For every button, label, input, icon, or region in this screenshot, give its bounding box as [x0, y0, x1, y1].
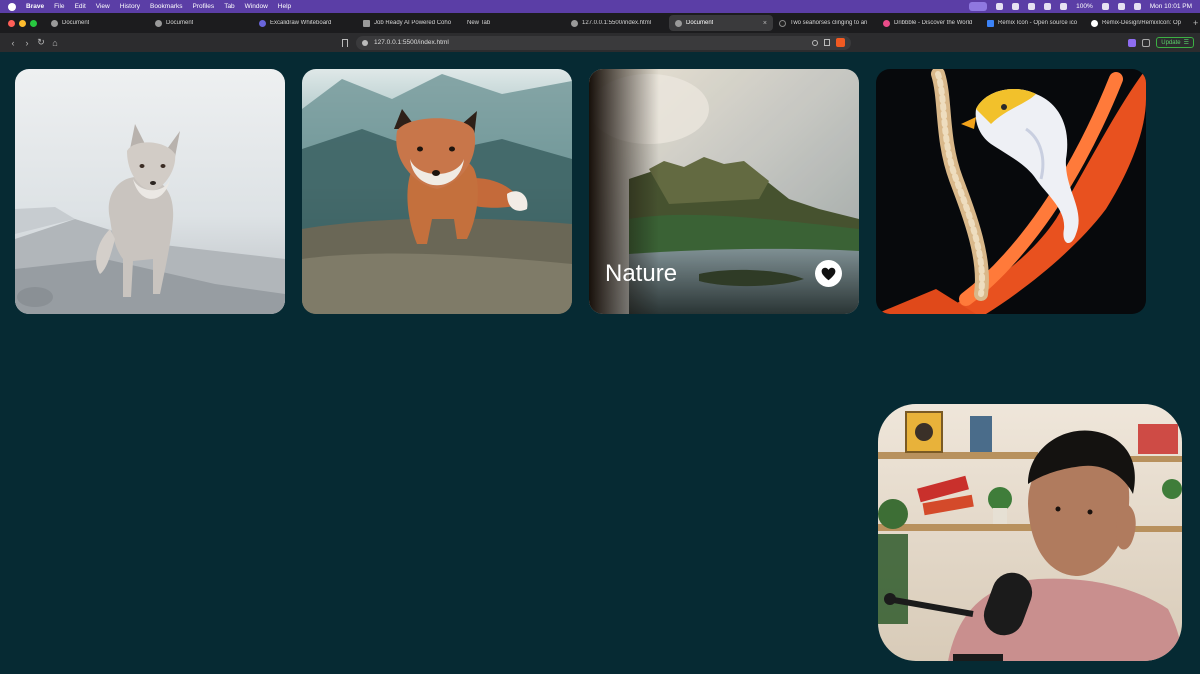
- tab-excalidraw[interactable]: Excalidraw Whiteboard: [253, 15, 357, 31]
- battery-percent[interactable]: 100%: [1076, 3, 1093, 10]
- image-card-arctic-fox[interactable]: [15, 69, 285, 314]
- tab-label: Excalidraw Whiteboard: [270, 20, 332, 26]
- update-label: Update: [1161, 39, 1181, 46]
- menu-history[interactable]: History: [120, 3, 140, 10]
- share-icon[interactable]: [824, 39, 830, 46]
- webcam-overlay: [878, 404, 1182, 661]
- extension-icon[interactable]: [1128, 38, 1137, 47]
- menu-tab[interactable]: Tab: [224, 3, 234, 10]
- macos-menubar: Brave File Edit View History Bookmarks P…: [0, 0, 1200, 13]
- menu-help[interactable]: Help: [278, 3, 291, 10]
- menu-profiles[interactable]: Profiles: [193, 3, 215, 10]
- presenter-video: [878, 404, 1182, 661]
- tab-remix-icon[interactable]: Remix Icon - Open source ico: [981, 15, 1085, 31]
- address-bar[interactable]: 127.0.0.1:5500/index.html: [356, 35, 851, 50]
- page-icon: [363, 19, 370, 27]
- tab-label: Document: [166, 20, 194, 26]
- image-card-red-fox[interactable]: [302, 69, 572, 314]
- arctic-fox-photo: [15, 69, 285, 314]
- bookmark-icon[interactable]: [342, 38, 348, 47]
- zoom-icon[interactable]: [812, 39, 818, 46]
- tab-document-1[interactable]: Document: [45, 15, 149, 31]
- sidebar-icon[interactable]: [1142, 38, 1151, 47]
- volume-icon[interactable]: [1028, 3, 1036, 10]
- browser-toolbar: ‹ › ↻ ⌂ 127.0.0.1:5500/index.html Update…: [0, 33, 1200, 52]
- tab-localhost[interactable]: 127.0.0.1:5500/index.html: [565, 15, 669, 31]
- tab-document-2[interactable]: Document: [149, 15, 253, 31]
- tab-new-tab[interactable]: New Tab: [461, 15, 565, 31]
- close-icon[interactable]: ×: [763, 20, 767, 27]
- status-area: 100% Mon 10:01 PM: [969, 2, 1192, 11]
- reload-button[interactable]: ↻: [34, 37, 48, 48]
- menu-app-name[interactable]: Brave: [26, 3, 44, 10]
- record-icon[interactable]: [996, 3, 1004, 10]
- settings-icon[interactable]: [1044, 3, 1052, 10]
- tab-job-ready[interactable]: Job Ready AI Powered Coho: [357, 15, 461, 31]
- home-button[interactable]: ⌂: [48, 38, 62, 48]
- globe-icon: [675, 19, 682, 27]
- menu-file[interactable]: File: [54, 3, 64, 10]
- control-center-icon[interactable]: [1133, 3, 1141, 10]
- tab-label: Job Ready AI Powered Coho: [374, 20, 452, 26]
- tab-label: 127.0.0.1:5500/index.html: [582, 20, 652, 26]
- tab-label: New Tab: [467, 20, 491, 26]
- close-window-icon[interactable]: [8, 19, 15, 27]
- menu-bookmarks[interactable]: Bookmarks: [150, 3, 183, 10]
- tab-github-remix[interactable]: Remix-Design/RemixIcon: Op: [1085, 15, 1189, 31]
- tab-label: Remix Icon - Open source ico: [998, 20, 1078, 26]
- tab-label: Remix-Design/RemixIcon: Op: [1102, 20, 1182, 26]
- search-icon[interactable]: [1117, 3, 1125, 10]
- menu-edit[interactable]: Edit: [75, 3, 86, 10]
- screen-recording-icon[interactable]: [969, 2, 988, 11]
- back-button[interactable]: ‹: [6, 38, 20, 48]
- excalidraw-icon: [259, 19, 266, 27]
- image-card-seahorses[interactable]: [876, 69, 1146, 314]
- forward-button[interactable]: ›: [20, 38, 34, 48]
- card-title: Nature: [605, 260, 678, 287]
- menu-view[interactable]: View: [96, 3, 110, 10]
- tab-label: Dribbble - Discover the World: [894, 20, 973, 26]
- window-controls: [0, 19, 45, 27]
- dribbble-icon: [883, 19, 890, 27]
- tab-seahorses[interactable]: Two seahorses clinging to an: [773, 15, 877, 31]
- unsplash-icon: [779, 19, 786, 27]
- brave-shields-icon[interactable]: [836, 38, 845, 47]
- remixicon-icon: [987, 19, 994, 27]
- like-button[interactable]: [815, 260, 842, 287]
- globe-icon: [155, 19, 162, 27]
- maximize-window-icon[interactable]: [30, 19, 37, 27]
- image-card-nature[interactable]: Nature: [589, 69, 859, 314]
- bluetooth-icon[interactable]: [1060, 3, 1068, 10]
- tab-label: Document: [686, 20, 714, 26]
- tab-strip: Document Document Excalidraw Whiteboard …: [0, 13, 1200, 33]
- github-icon: [1091, 19, 1098, 27]
- menu-window[interactable]: Window: [245, 3, 268, 10]
- seahorse-photo: [876, 69, 1146, 314]
- red-fox-photo: [302, 69, 572, 314]
- tab-label: Document: [62, 20, 90, 26]
- tab-document-active[interactable]: Document ×: [669, 15, 773, 31]
- globe-icon: [571, 19, 578, 27]
- new-tab-button[interactable]: +: [1193, 18, 1198, 28]
- url-text[interactable]: 127.0.0.1:5500/index.html: [374, 39, 449, 46]
- clock[interactable]: Mon 10:01 PM: [1150, 3, 1192, 10]
- tab-dribbble[interactable]: Dribbble - Discover the World: [877, 15, 981, 31]
- update-button[interactable]: Update ☰: [1156, 37, 1194, 48]
- minimize-window-icon[interactable]: [19, 19, 26, 27]
- apple-icon[interactable]: [8, 2, 16, 11]
- tab-label: Two seahorses clinging to an: [790, 20, 868, 26]
- site-info-icon[interactable]: [362, 39, 368, 46]
- globe-icon: [51, 19, 58, 27]
- wifi-icon[interactable]: [1101, 3, 1109, 10]
- control-icon[interactable]: [1012, 3, 1020, 10]
- menu-icon: ☰: [1183, 40, 1189, 46]
- heart-icon: [821, 267, 836, 280]
